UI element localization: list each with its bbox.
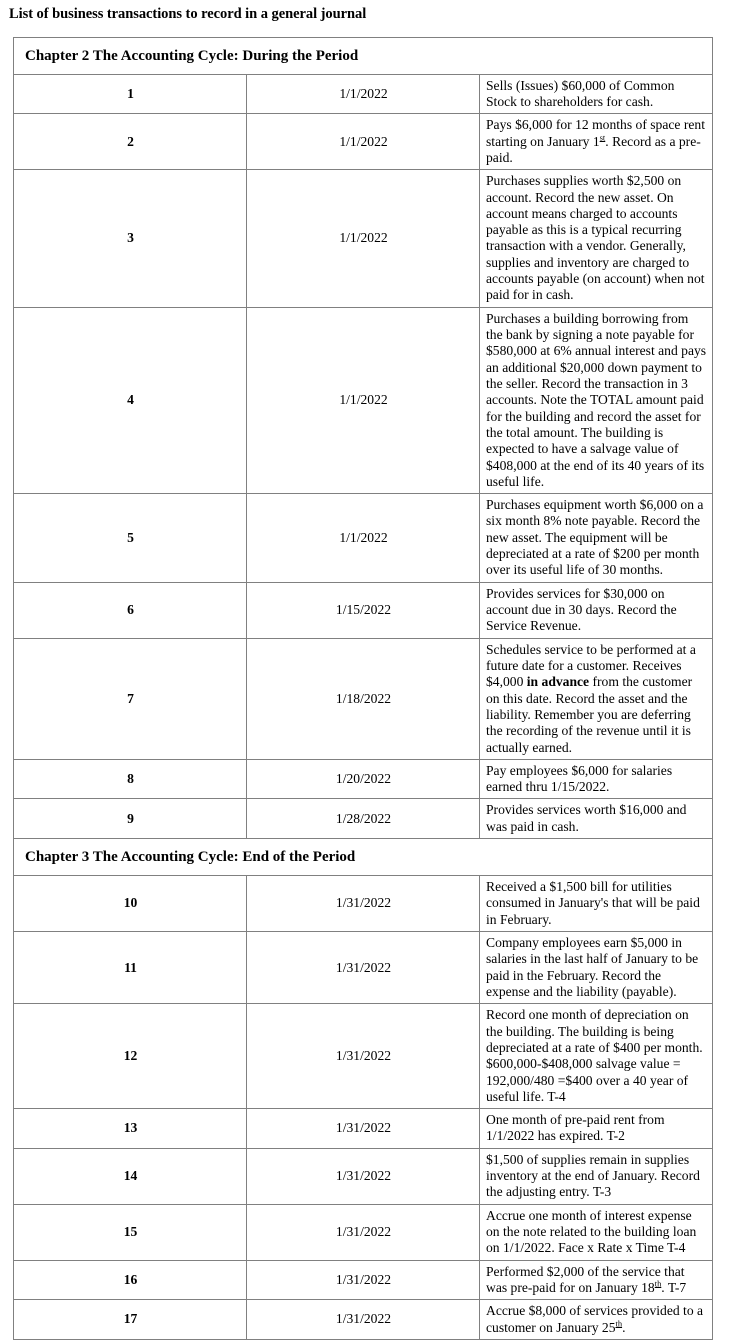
chapter-heading: Chapter 2 The Accounting Cycle: During t… [13, 36, 713, 75]
table-row: 9 1/28/2022 Provides services worth $16,00… [13, 798, 713, 840]
table-row: 14 1/31/2022 $1,500 of supplies remain in … [13, 1147, 713, 1205]
transaction-number: 4 [13, 306, 247, 495]
transaction-number: 1 [13, 73, 247, 115]
transaction-description-text: Purchases a building borrowing from the … [486, 310, 707, 489]
table-row: 8 1/20/2022 Pay employees $6,000 for salar… [13, 758, 713, 800]
transaction-description: Company employees earn $5,000 in salarie… [479, 931, 713, 1005]
transaction-number: 14 [13, 1147, 247, 1205]
transaction-date: 1/1/2022 [246, 306, 480, 495]
table-row: 12 1/31/2022 Record one month of depreciat… [13, 1003, 713, 1110]
transaction-description-text: Pay employees $6,000 for salaries earned… [486, 762, 673, 795]
transaction-number: 3 [13, 169, 247, 308]
transaction-description: Pays $6,000 for 12 months of space rent … [479, 113, 713, 171]
chapter-heading-row: Chapter 2 The Accounting Cycle: During t… [13, 36, 713, 75]
table-row: 10 1/31/2022 Received a $1,500 bill for ut… [13, 875, 713, 933]
transaction-date: 1/31/2022 [246, 1003, 480, 1110]
transaction-number: 2 [13, 113, 247, 171]
transaction-date: 1/1/2022 [246, 493, 480, 583]
chapter-heading: Chapter 3 The Accounting Cycle: End of t… [13, 838, 713, 877]
transaction-description: Accrue one month of interest expense on … [479, 1203, 713, 1261]
transactions-table: Chapter 2 The Accounting Cycle: During t… [13, 36, 713, 1340]
transaction-description: Purchases supplies worth $2,500 on accou… [479, 169, 713, 308]
transaction-number: 16 [13, 1259, 247, 1301]
transaction-description-text: Provides services for $30,000 on account… [486, 585, 677, 634]
transaction-description-text: Purchases supplies worth $2,500 on accou… [486, 173, 705, 303]
transaction-date: 1/31/2022 [246, 1147, 480, 1205]
table-row: 15 1/31/2022 Accrue one month of interest … [13, 1203, 713, 1261]
transaction-description-text: One month of pre-paid rent from 1/1/2022… [486, 1112, 665, 1144]
transaction-description-text: Provides services worth $16,000 and was … [486, 802, 687, 834]
transaction-date: 1/31/2022 [246, 931, 480, 1005]
transaction-date: 1/28/2022 [246, 798, 480, 840]
transaction-description: Purchases a building borrowing from the … [479, 306, 713, 495]
table-row: 4 1/1/2022 Purchases a building borrowing … [13, 306, 713, 495]
transaction-date: 1/18/2022 [246, 637, 480, 760]
transaction-description: Pay employees $6,000 for salaries earned… [479, 758, 713, 800]
transaction-description-text: Purchases equipment worth $6,000 on a si… [486, 497, 704, 578]
table-row: 13 1/31/2022 One month of pre-paid rent fr… [13, 1108, 713, 1149]
transaction-date: 1/31/2022 [246, 1108, 480, 1149]
page-title: List of business transactions to record … [9, 6, 367, 22]
document-page: List of business transactions to record … [0, 6, 743, 1340]
transaction-number: 5 [13, 493, 247, 583]
transaction-number: 17 [13, 1299, 247, 1340]
transaction-description-text: Pays $6,000 for 12 months of space rent … [486, 117, 705, 165]
transaction-number: 9 [13, 798, 247, 840]
table-row: 1 1/1/2022 Sells (Issues) $60,000 of Commo… [13, 73, 713, 115]
transaction-date: 1/1/2022 [246, 73, 480, 115]
transaction-number: 10 [13, 875, 247, 933]
transaction-description: Provides services worth $16,000 and was … [479, 798, 713, 840]
transaction-number: 8 [13, 758, 247, 800]
transaction-description: Provides services for $30,000 on account… [479, 581, 713, 639]
transaction-date: 1/31/2022 [246, 1299, 480, 1340]
transaction-description-text: Accrue $8,000 of services provided to a … [486, 1303, 704, 1335]
table-row: 3 1/1/2022 Purchases supplies worth $2,500… [13, 169, 713, 308]
transaction-date: 1/31/2022 [246, 1203, 480, 1261]
transaction-description-text: Performed $2,000 of the service that was… [486, 1263, 687, 1295]
transaction-description: $1,500 of supplies remain in supplies in… [479, 1147, 713, 1205]
table-row: 5 1/1/2022 Purchases equipment worth $6,00… [13, 493, 713, 583]
table-row: 2 1/1/2022 Pays $6,000 for 12 months of sp… [13, 113, 713, 171]
transaction-date: 1/20/2022 [246, 758, 480, 800]
transaction-date: 1/31/2022 [246, 1259, 480, 1301]
transaction-description-text: $1,500 of supplies remain in supplies in… [486, 1151, 700, 1200]
transaction-description-text: Sells (Issues) $60,000 of Common Stock t… [486, 77, 675, 109]
transaction-description-text: Received a $1,500 bill for utilities con… [486, 879, 700, 927]
transaction-description: Record one month of depreciation on the … [479, 1003, 713, 1110]
chapter-heading-row: Chapter 3 The Accounting Cycle: End of t… [13, 838, 713, 877]
transaction-date: 1/1/2022 [246, 169, 480, 308]
transaction-number: 11 [13, 931, 247, 1005]
table-row: 17 1/31/2022 Accrue $8,000 of services pro… [13, 1299, 713, 1340]
transaction-description: Performed $2,000 of the service that was… [479, 1259, 713, 1301]
transaction-description: One month of pre-paid rent from 1/1/2022… [479, 1108, 713, 1149]
transaction-description: Accrue $8,000 of services provided to a … [479, 1299, 713, 1340]
transaction-number: 7 [13, 637, 247, 760]
table-row: 16 1/31/2022 Performed $2,000 of the servi… [13, 1259, 713, 1301]
transaction-number: 15 [13, 1203, 247, 1261]
transaction-description: Purchases equipment worth $6,000 on a si… [479, 493, 713, 583]
transaction-description-text: Schedules service to be performed at a f… [486, 641, 696, 755]
transaction-description-text: Accrue one month of interest expense on … [486, 1207, 697, 1256]
transaction-date: 1/1/2022 [246, 113, 480, 171]
transaction-description-text: Company employees earn $5,000 in salarie… [486, 935, 699, 999]
transaction-date: 1/15/2022 [246, 581, 480, 639]
transaction-number: 12 [13, 1003, 247, 1110]
transaction-description: Received a $1,500 bill for utilities con… [479, 875, 713, 933]
transaction-description: Sells (Issues) $60,000 of Common Stock t… [479, 73, 713, 115]
table-row: 11 1/31/2022 Company employees earn $5,000… [13, 931, 713, 1005]
transaction-date: 1/31/2022 [246, 875, 480, 933]
transaction-number: 6 [13, 581, 247, 639]
transactions-table-body: Chapter 2 The Accounting Cycle: During t… [13, 36, 713, 1340]
table-row: 7 1/18/2022 Schedules service to be perfor… [13, 637, 713, 760]
table-row: 6 1/15/2022 Provides services for $30,000 … [13, 581, 713, 639]
transaction-number: 13 [13, 1108, 247, 1149]
transaction-description: Schedules service to be performed at a f… [479, 637, 713, 760]
transaction-description-text: Record one month of depreciation on the … [486, 1007, 703, 1104]
